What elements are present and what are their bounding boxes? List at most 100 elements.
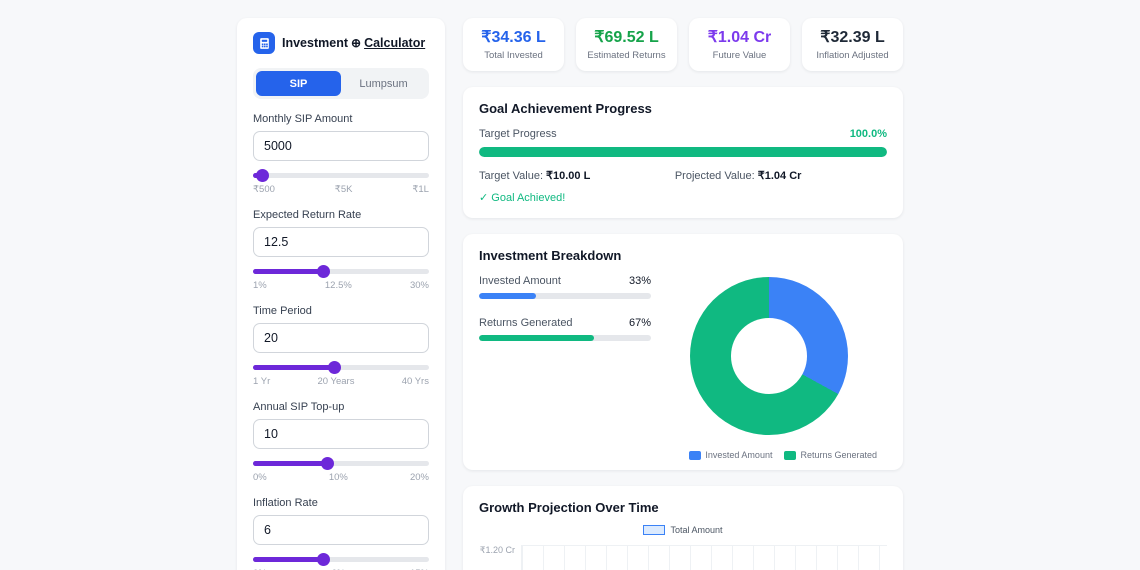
field-label: Monthly SIP Amount	[253, 113, 353, 125]
legend-label: Invested Amount	[705, 450, 773, 460]
growth-chart: ₹1.20 Cr	[479, 545, 887, 570]
field-expected-return-rate: Expected Return Rate 1% 12.5% 30%	[253, 209, 429, 292]
breakdown-item-row: Invested Amount 33%	[479, 275, 651, 287]
slider-track[interactable]	[253, 173, 429, 178]
field-time-period: Time Period 1 Yr 20 Years 40 Yrs	[253, 305, 429, 388]
goal-card-title: Goal Achievement Progress	[479, 101, 652, 116]
calculator-header: Investment ⊕ Calculator	[253, 32, 429, 54]
stat-value: ₹69.52 L	[594, 29, 659, 46]
slider-fill	[253, 557, 324, 562]
breakdown-donut-chart	[690, 277, 848, 435]
slider-thumb[interactable]	[317, 553, 331, 566]
total-amount-legend-swatch	[643, 525, 666, 535]
annual-sip-topup-slider[interactable]	[253, 457, 429, 470]
stat-card-estimated-returns: ₹69.52 L Estimated Returns	[576, 18, 677, 71]
stat-value: ₹34.36 L	[481, 29, 546, 46]
goal-achieved-badge: ✓ Goal Achieved!	[479, 192, 566, 204]
breakdown-bars: Invested Amount 33% Returns Generated 67…	[479, 275, 651, 435]
target-progress-row: Target Progress 100.0%	[479, 128, 887, 140]
breakdown-legend: Invested Amount Returns Generated	[689, 450, 877, 460]
slider-thumb[interactable]	[317, 265, 331, 278]
target-progress-label: Target Progress	[479, 128, 557, 140]
field-monthly-sip-amount: Monthly SIP Amount ₹500 ₹5K ₹1L	[253, 113, 429, 196]
breakdown-item-invested: Invested Amount 33%	[479, 275, 651, 299]
growth-legend-label: Total Amount	[670, 525, 723, 535]
legend-label: Returns Generated	[800, 450, 877, 460]
time-period-input[interactable]	[253, 323, 429, 353]
breakdown-bar-track	[479, 335, 651, 341]
slider-thumb[interactable]	[255, 169, 269, 182]
calculator-panel: Investment ⊕ Calculator SIP Lumpsum Mont…	[237, 18, 445, 570]
legend-swatch-invested	[689, 450, 702, 460]
scale-max: 30%	[409, 280, 429, 291]
target-value-label: Target Value:	[479, 170, 544, 182]
field-inflation-rate: Inflation Rate 0% 6% 15%	[253, 497, 429, 570]
stat-card-total-invested: ₹34.36 L Total Invested	[463, 18, 564, 71]
stat-card-future-value: ₹1.04 Cr Future Value	[689, 18, 790, 71]
projected-value: Projected Value: ₹1.04 Cr	[675, 169, 802, 182]
title-word-investment: Investment	[282, 36, 348, 50]
scale-mid: 20 Years	[317, 376, 355, 387]
slider-thumb[interactable]	[320, 457, 334, 470]
tab-sip[interactable]: SIP	[256, 71, 341, 96]
goal-values-row: Target Value: ₹10.00 L Projected Value: ₹1…	[479, 169, 887, 182]
field-label: Time Period	[253, 305, 312, 317]
scale-min: 1 Yr	[253, 376, 271, 387]
projected-value-amount: ₹1.04 Cr	[757, 170, 802, 182]
field-label: Expected Return Rate	[253, 209, 362, 221]
scale-mid: ₹5K	[334, 184, 353, 195]
page-title: Investment ⊕ Calculator	[282, 36, 425, 50]
annual-sip-topup-input[interactable]	[253, 419, 429, 449]
growth-projection-card: Growth Projection Over Time Total Amount…	[463, 486, 903, 570]
goal-achievement-card: Goal Achievement Progress Target Progres…	[463, 87, 903, 218]
breakdown-bar-fill	[479, 335, 595, 341]
growth-legend: Total Amount	[479, 525, 887, 535]
stat-value: ₹32.39 L	[820, 29, 885, 46]
stat-label: Inflation Adjusted	[816, 50, 889, 61]
page: Investment ⊕ Calculator SIP Lumpsum Mont…	[237, 0, 903, 570]
projected-value-label: Projected Value:	[674, 170, 755, 182]
scale-min: 1%	[253, 280, 267, 291]
goal-progress-fill	[479, 147, 887, 157]
breakdown-bar-track	[479, 293, 651, 299]
legend-item-returns: Returns Generated	[784, 450, 877, 460]
stat-label: Future Value	[712, 50, 767, 61]
scale-max: ₹1L	[412, 184, 429, 195]
field-label: Inflation Rate	[253, 497, 318, 509]
slider-thumb[interactable]	[327, 361, 341, 374]
mode-tabs: SIP Lumpsum	[253, 68, 429, 99]
monthly-sip-amount-slider[interactable]	[253, 169, 429, 182]
growth-chart-grid	[521, 545, 887, 570]
stat-value: ₹1.04 Cr	[707, 29, 772, 46]
scale-max: 20%	[409, 472, 429, 483]
inflation-rate-input[interactable]	[253, 515, 429, 545]
donut-wrap	[651, 275, 887, 435]
target-value-amount: ₹10.00 L	[546, 170, 591, 182]
circle-plus-icon: ⊕	[351, 36, 362, 50]
slider-scale: 1% 12.5% 30%	[253, 280, 429, 292]
breakdown-bar-fill	[479, 293, 536, 299]
title-word-calculator: Calculator	[364, 36, 426, 50]
expected-return-rate-input[interactable]	[253, 227, 429, 257]
summary-stats: ₹34.36 L Total Invested ₹69.52 L Estimat…	[463, 18, 903, 71]
breakdown-item-label: Invested Amount	[479, 275, 561, 287]
monthly-sip-amount-input[interactable]	[253, 131, 429, 161]
growth-y-tick: ₹1.20 Cr	[479, 545, 515, 555]
expected-return-rate-slider[interactable]	[253, 265, 429, 278]
legend-swatch-returns	[784, 450, 797, 460]
inflation-rate-slider[interactable]	[253, 553, 429, 566]
slider-scale: 0% 10% 20%	[253, 472, 429, 484]
slider-scale: ₹500 ₹5K ₹1L	[253, 184, 429, 196]
stat-card-inflation-adjusted: ₹32.39 L Inflation Adjusted	[802, 18, 903, 71]
scale-mid: 12.5%	[324, 280, 352, 291]
target-value: Target Value: ₹10.00 L	[479, 169, 675, 182]
legend-item-invested: Invested Amount	[689, 450, 772, 460]
breakdown-item-percent: 33%	[628, 275, 651, 287]
breakdown-item-label: Returns Generated	[479, 317, 573, 329]
time-period-slider[interactable]	[253, 361, 429, 374]
breakdown-body: Invested Amount 33% Returns Generated 67…	[479, 275, 887, 435]
tab-lumpsum[interactable]: Lumpsum	[341, 71, 426, 96]
field-annual-sip-topup: Annual SIP Top-up 0% 10% 20%	[253, 401, 429, 484]
breakdown-item-percent: 67%	[628, 317, 651, 329]
growth-card-title: Growth Projection Over Time	[479, 500, 659, 515]
